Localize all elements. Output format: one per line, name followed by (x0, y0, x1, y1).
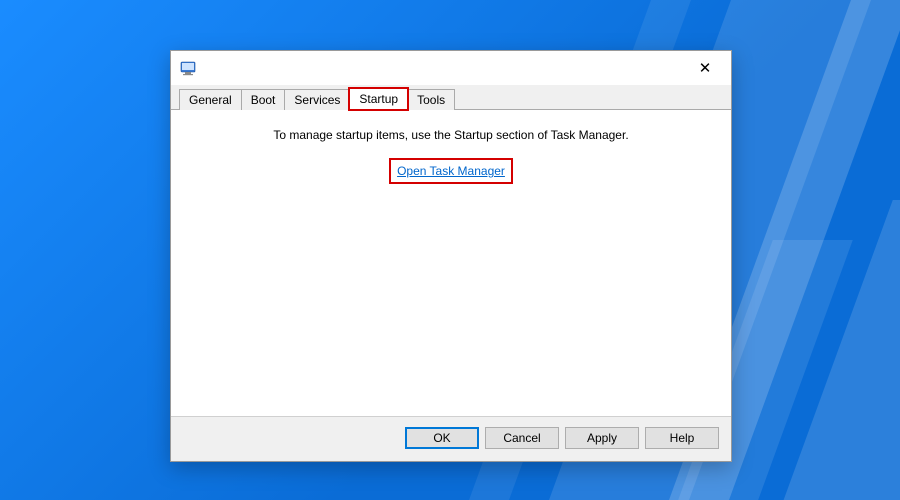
tab-services[interactable]: Services (284, 89, 350, 110)
close-button[interactable]: ✕ (685, 54, 725, 82)
startup-tab-content: To manage startup items, use the Startup… (171, 110, 731, 416)
cancel-button[interactable]: Cancel (485, 427, 559, 449)
close-icon: ✕ (699, 61, 712, 76)
tab-general[interactable]: General (179, 89, 242, 110)
tab-strip: General Boot Services Startup Tools (171, 85, 731, 110)
tab-startup[interactable]: Startup (349, 88, 408, 110)
dialog-button-row: OK Cancel Apply Help (171, 416, 731, 461)
open-task-manager-highlight: Open Task Manager (391, 160, 511, 182)
msconfig-icon (179, 59, 197, 77)
open-task-manager-link[interactable]: Open Task Manager (397, 164, 505, 178)
help-button[interactable]: Help (645, 427, 719, 449)
ok-button[interactable]: OK (405, 427, 479, 449)
tab-boot[interactable]: Boot (241, 89, 286, 110)
apply-button[interactable]: Apply (565, 427, 639, 449)
system-configuration-window: ✕ General Boot Services Startup Tools To… (170, 50, 732, 462)
titlebar[interactable]: ✕ (171, 51, 731, 85)
desktop-background: ✕ General Boot Services Startup Tools To… (0, 0, 900, 500)
tab-tools[interactable]: Tools (407, 89, 455, 110)
startup-info-text: To manage startup items, use the Startup… (181, 128, 721, 142)
